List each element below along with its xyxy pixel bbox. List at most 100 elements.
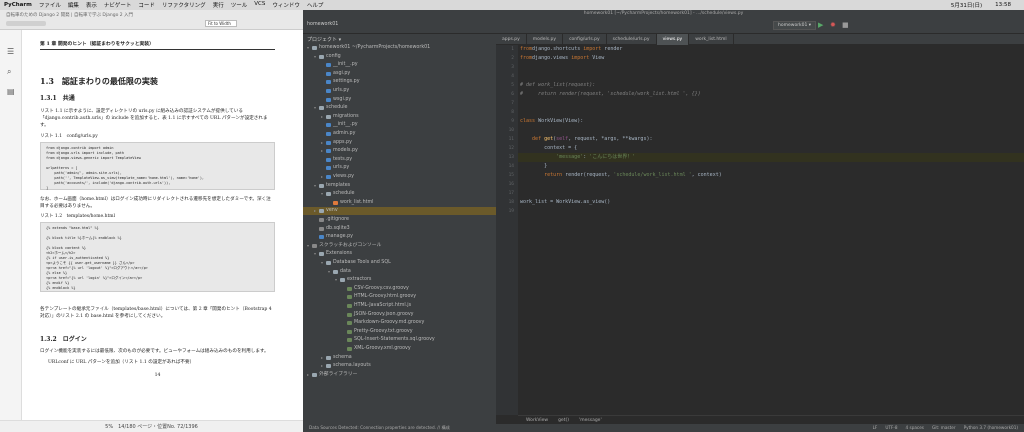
code-editor[interactable]: fromdjango.shortcuts import render fromdj… — [518, 45, 1024, 415]
tree-node[interactable]: ▾ templates — [303, 182, 496, 190]
tree-node[interactable]: ▸ venv — [303, 207, 496, 216]
clock-label[interactable]: 13:58 — [995, 2, 1011, 8]
menu-item[interactable]: ウィンドウ — [272, 1, 300, 9]
tree-node[interactable]: admin.py — [303, 130, 496, 138]
tree-node[interactable]: SQL-Insert-Statements.sql.groovy — [303, 336, 496, 344]
code-line[interactable]: class WorkView(View): — [518, 117, 1024, 126]
editor-tab[interactable]: models.py — [527, 34, 564, 45]
tree-node[interactable]: ▾ homework01 ~/PycharmProjects/homework01 — [303, 44, 496, 52]
tree-node[interactable]: ▾ schedule — [303, 104, 496, 112]
tree-node[interactable]: ▾ data — [303, 268, 496, 276]
tree-node[interactable]: ▾ Extensions — [303, 250, 496, 258]
search-icon[interactable]: ⌕ — [7, 68, 15, 76]
tree-node-label: migrations — [333, 113, 359, 119]
tree-node[interactable]: ▾ スクラッチおよびコンソール — [303, 242, 496, 250]
status-indicator[interactable]: UTF-8 — [885, 425, 897, 430]
menu-item[interactable]: VCS — [254, 1, 265, 9]
tree-node[interactable]: XML-Groovy.xml.groovy — [303, 345, 496, 353]
menu-item[interactable]: コード — [138, 1, 155, 9]
code-line[interactable]: } — [518, 162, 1024, 171]
tree-node[interactable]: JSON-Groovy.json.groovy — [303, 311, 496, 319]
tree-node[interactable]: HTML-Groovy.html.groovy — [303, 293, 496, 301]
code-line[interactable] — [518, 63, 1024, 72]
status-indicator[interactable]: Git: master — [932, 425, 956, 430]
tree-node[interactable]: ▾ Database Tools and SQL — [303, 259, 496, 267]
tree-node[interactable]: ▸ apps.py — [303, 139, 496, 147]
menu-item[interactable]: ヘルプ — [307, 1, 324, 9]
tree-node[interactable]: settings.py — [303, 78, 496, 86]
zoom-select[interactable]: Fit to Width — [205, 20, 237, 27]
tree-node[interactable]: wsgi.py — [303, 96, 496, 104]
tree-node[interactable]: work_list.html — [303, 199, 496, 207]
breadcrumb-item[interactable]: get() — [558, 418, 569, 423]
tree-node[interactable]: urls.py — [303, 164, 496, 172]
tree-node[interactable]: __init__.py — [303, 61, 496, 69]
breadcrumb-item[interactable]: 'message' — [579, 418, 602, 423]
tree-node[interactable]: ▸ migrations — [303, 113, 496, 121]
editor-tab[interactable]: views.py — [656, 34, 690, 45]
editor-tab[interactable]: work_list.html — [689, 34, 734, 45]
menu-item[interactable]: ナビゲート — [104, 1, 132, 9]
tree-node[interactable]: ▸ models.py — [303, 147, 496, 155]
tree-node[interactable]: .gitignore — [303, 216, 496, 224]
app-menu[interactable]: PyCharm — [4, 2, 32, 8]
tree-node[interactable]: HTML-JavaScript.html.js — [303, 302, 496, 310]
menu-item[interactable]: ファイル — [39, 1, 61, 9]
code-line[interactable]: context = { — [518, 144, 1024, 153]
tree-node[interactable]: ▸ 外部ライブラリー — [303, 371, 496, 379]
tree-node[interactable]: ▸ views.py — [303, 173, 496, 181]
code-line[interactable] — [518, 180, 1024, 189]
editor-tab[interactable]: apps.py — [496, 34, 527, 45]
breadcrumb-item[interactable]: WorkView — [526, 418, 548, 423]
code-line[interactable]: work_list = WorkView.as_view() — [518, 198, 1024, 207]
code-line[interactable]: # def work_list(request): — [518, 81, 1024, 90]
stop-icon[interactable]: ■ — [842, 22, 849, 29]
code-line[interactable]: # return render(request, 'schedule/work_… — [518, 90, 1024, 99]
status-indicator[interactable]: LF — [873, 425, 878, 430]
debug-icon[interactable]: ✹ — [830, 22, 836, 29]
tree-node[interactable]: ▾ config — [303, 53, 496, 61]
status-message[interactable]: Data Sources Detected: Connection proper… — [309, 425, 450, 430]
tree-node[interactable]: tests.py — [303, 156, 496, 164]
code-line[interactable]: fromdjango.shortcuts import render — [518, 45, 1024, 54]
menu-item[interactable]: リファクタリング — [162, 1, 206, 9]
menu-item[interactable]: 表示 — [86, 1, 97, 9]
tree-node[interactable]: urls.py — [303, 87, 496, 95]
code-line[interactable] — [518, 99, 1024, 108]
toc-icon[interactable]: ☰ — [7, 48, 15, 56]
code-line[interactable] — [518, 126, 1024, 135]
tree-node[interactable]: manage.py — [303, 233, 496, 241]
tree-node[interactable]: asgi.py — [303, 70, 496, 78]
tree-node[interactable]: ▾ schedule — [303, 190, 496, 198]
tree-node[interactable]: Markdown-Groovy.md.groovy — [303, 319, 496, 327]
run-config-select[interactable]: homework01 ▾ — [773, 21, 817, 30]
tree-node[interactable]: ▸ schema — [303, 354, 496, 362]
run-icon[interactable]: ▶ — [818, 22, 823, 29]
toolbar-controls[interactable] — [6, 21, 46, 26]
tree-node[interactable]: CSV-Groovy.csv.groovy — [303, 285, 496, 293]
editor-tab[interactable]: config/urls.py — [563, 34, 607, 45]
code-line[interactable] — [518, 189, 1024, 198]
project-crumb[interactable]: homework01 — [307, 22, 338, 27]
menu-item[interactable]: 実行 — [213, 1, 224, 9]
code-line[interactable] — [518, 207, 1024, 216]
status-indicator[interactable]: Python 3.7 (homework01) — [964, 425, 1018, 430]
code-line[interactable]: def get(self, request, *args, **kwargs): — [518, 135, 1024, 144]
tree-node[interactable]: ▾ extractors — [303, 276, 496, 284]
tree-node[interactable]: Pretty-Groovy.txt.groovy — [303, 328, 496, 336]
menu-item[interactable]: 編集 — [68, 1, 79, 9]
code-line[interactable]: return render(request, 'schedule/work_li… — [518, 171, 1024, 180]
code-line[interactable]: fromdjango.views import View — [518, 54, 1024, 63]
status-indicator[interactable]: 4 spaces — [906, 425, 924, 430]
tree-node[interactable]: __init__.py — [303, 121, 496, 129]
code-line[interactable] — [518, 72, 1024, 81]
editor-tab[interactable]: schedule/urls.py — [607, 34, 657, 45]
notes-icon[interactable]: ▤ — [7, 88, 15, 96]
menu-item[interactable]: ツール — [231, 1, 248, 9]
code-token: 'schedule/work_list.html ' — [613, 172, 692, 178]
project-panel-title[interactable]: プロジェクト ▾ — [307, 36, 341, 43]
tree-node[interactable]: ▸ schema.layouts — [303, 362, 496, 370]
tree-node[interactable]: db.sqlite3 — [303, 225, 496, 233]
code-line[interactable]: 'message': 'こんにちは世界！' — [518, 153, 1024, 162]
code-line[interactable] — [518, 108, 1024, 117]
